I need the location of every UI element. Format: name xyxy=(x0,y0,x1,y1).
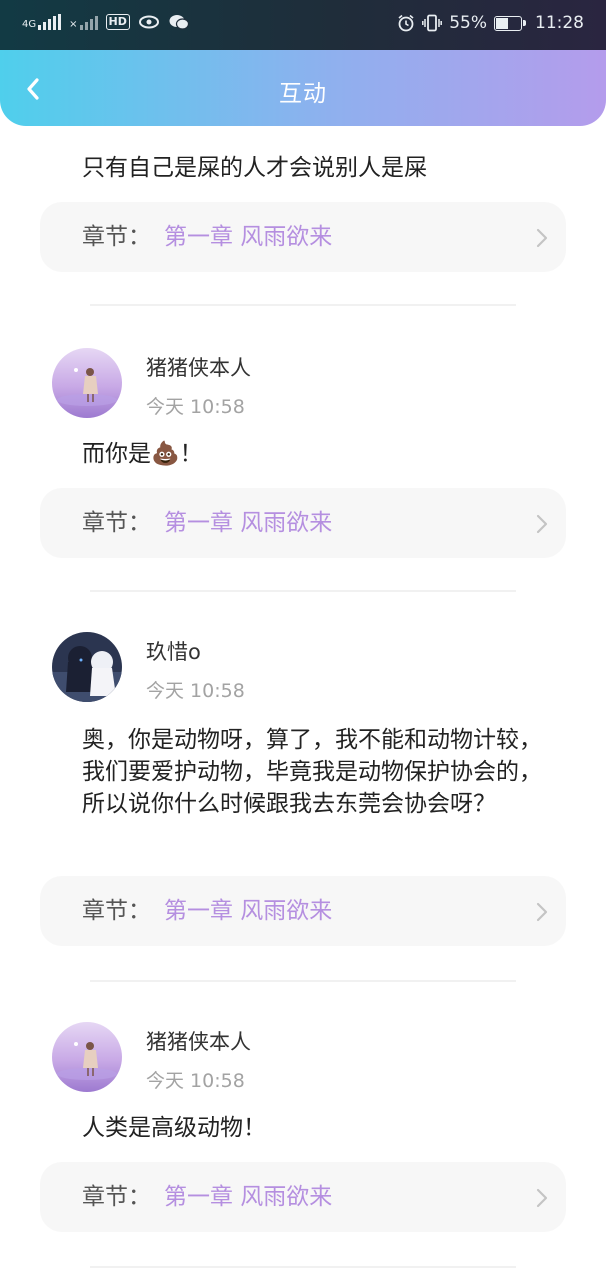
chevron-right-icon xyxy=(536,1188,548,1208)
chapter-name: 第一章 风雨欲来 xyxy=(164,224,333,250)
wechat-icon xyxy=(169,15,189,30)
chapter-name: 第一章 风雨欲来 xyxy=(164,510,333,536)
avatar[interactable] xyxy=(52,348,122,418)
username: 猪猪侠本人 xyxy=(146,1030,251,1054)
alarm-icon xyxy=(398,14,414,32)
chevron-right-icon xyxy=(536,228,548,248)
chapter-link[interactable]: 章节： 第一章 风雨欲来 xyxy=(40,1162,566,1232)
hd-badge: HD xyxy=(105,14,130,30)
clock: 11:28 xyxy=(535,13,584,33)
divider xyxy=(90,1266,516,1268)
comment-content: 而你是💩！ xyxy=(82,441,203,467)
divider xyxy=(90,304,516,306)
chapter-link[interactable]: 章节： 第一章 风雨欲来 xyxy=(40,488,566,558)
avatar-image-icon xyxy=(52,1022,122,1092)
username: 猪猪侠本人 xyxy=(146,356,251,380)
signal-2-icon: × xyxy=(69,14,98,30)
timestamp: 今天 10:58 xyxy=(146,1070,245,1092)
status-bar: 4G × HD 55% 11:28 xyxy=(0,0,606,50)
avatar-image-icon xyxy=(52,348,122,418)
chapter-label: 章节： xyxy=(82,224,151,250)
chapter-name: 第一章 风雨欲来 xyxy=(164,898,333,924)
avatar-image-icon xyxy=(52,632,122,702)
comment-content: 奥，你是动物呀，算了，我不能和动物计较，我们要爱护动物，毕竟我是动物保护协会的，… xyxy=(82,727,542,817)
chapter-link[interactable]: 章节： 第一章 风雨欲来 xyxy=(40,202,566,272)
timestamp: 今天 10:58 xyxy=(146,396,245,418)
timestamp: 今天 10:58 xyxy=(146,680,245,702)
avatar[interactable] xyxy=(52,632,122,702)
divider xyxy=(90,980,516,982)
page-title: 互动 xyxy=(279,81,327,107)
battery-icon xyxy=(494,15,526,31)
eye-icon xyxy=(138,15,159,29)
vibrate-icon xyxy=(422,14,443,32)
chapter-link[interactable]: 章节： 第一章 风雨欲来 xyxy=(40,876,566,946)
comment-content: 只有自己是屎的人才会说别人是屎 xyxy=(82,155,427,181)
username: 玖惜o xyxy=(146,640,201,664)
signal-icon: 4G xyxy=(22,14,62,30)
network-type-label: 4G xyxy=(22,19,37,30)
divider xyxy=(90,590,516,592)
avatar[interactable] xyxy=(52,1022,122,1092)
chevron-right-icon xyxy=(536,902,548,922)
chapter-name: 第一章 风雨欲来 xyxy=(164,1184,333,1210)
battery-percent: 55% xyxy=(449,13,487,33)
chapter-label: 章节： xyxy=(82,898,151,924)
chapter-label: 章节： xyxy=(82,1184,151,1210)
comment-content: 人类是高级动物！ xyxy=(82,1115,266,1141)
chevron-right-icon xyxy=(536,514,548,534)
app-header: 互动 xyxy=(0,50,606,126)
chapter-label: 章节： xyxy=(82,510,151,536)
